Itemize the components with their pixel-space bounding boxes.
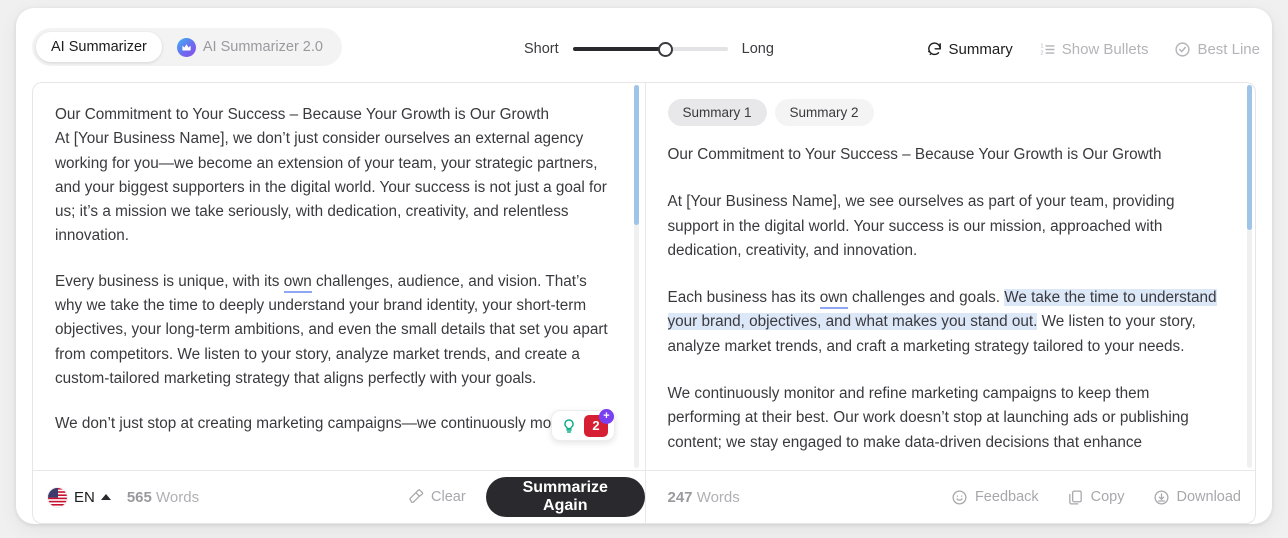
summary-word-count: 247 Words — [668, 489, 740, 506]
rotate-refresh-icon — [926, 41, 943, 58]
source-word-count-number: 565 — [126, 488, 152, 506]
summary-text-area[interactable]: Summary 1 Summary 2 Our Commitment to Yo… — [646, 83, 1256, 470]
crown-icon — [176, 37, 196, 57]
summary-word-count-number: 247 — [667, 488, 693, 506]
numbered-list-icon: 1 2 — [1039, 41, 1056, 58]
text-segment: Our Commitment to Your Success – Because… — [55, 106, 549, 123]
download-button-label: Download — [1176, 489, 1242, 505]
grammar-suggestion-word[interactable]: own — [819, 289, 848, 310]
grammar-suggestion-word[interactable]: own — [283, 272, 312, 293]
svg-text:1: 1 — [1040, 43, 1043, 49]
clear-button[interactable]: Clear — [407, 487, 466, 508]
grammar-suggestion-widget[interactable]: 2 + — [551, 408, 615, 441]
action-show-bullets[interactable]: 1 2 Show Bullets — [1039, 41, 1149, 58]
summary-actions: Feedback Copy Download — [951, 489, 1241, 506]
tab-summary-1-label: Summary 1 — [682, 105, 752, 120]
source-scroll-thumb[interactable] — [633, 85, 639, 225]
text-segment: Our Commitment to Your Success – Because… — [667, 146, 1162, 163]
paragraph: Every business is unique, with its own c… — [55, 270, 615, 391]
copy-button-label: Copy — [1090, 489, 1125, 505]
summary-variant-tabs: Summary 1 Summary 2 — [667, 99, 1226, 126]
svg-text:2: 2 — [1040, 50, 1043, 56]
action-summary[interactable]: Summary — [926, 41, 1013, 58]
paragraph: We continuously monitor and refine marke… — [668, 382, 1226, 455]
tab-ai-summarizer[interactable]: AI Summarizer — [36, 32, 162, 62]
text-segment: Every business is unique, with its — [55, 272, 284, 290]
feedback-button-label: Feedback — [974, 489, 1039, 505]
lightbulb-icon — [558, 415, 579, 436]
editor-panels: Our Commitment to Your Success – Because… — [32, 82, 1256, 470]
plus-icon: + — [599, 408, 614, 424]
slider-max-label: Long — [741, 41, 774, 57]
summary-paragraphs: Our Commitment to Your Success – Because… — [667, 143, 1226, 455]
summary-scroll-thumb[interactable] — [1247, 85, 1252, 230]
paragraph: We don’t just stop at creating marketing… — [55, 412, 615, 436]
app-header: AI Summarizer AI Summarizer 2.0 Short Lo… — [16, 8, 1272, 74]
suggestion-count: 2 — [592, 418, 600, 433]
text-segment: We don’t just stop at creating marketing… — [55, 415, 585, 433]
action-show-bullets-label: Show Bullets — [1061, 41, 1149, 58]
tab-summary-2-label: Summary 2 — [789, 105, 859, 120]
tab-ai-summarizer-2-label: AI Summarizer 2.0 — [202, 39, 323, 55]
action-summary-label: Summary — [948, 41, 1013, 58]
tab-ai-summarizer-label: AI Summarizer — [51, 39, 147, 55]
language-code: EN — [74, 488, 95, 506]
eraser-icon — [407, 487, 424, 508]
summarize-again-button[interactable]: Summarize Again — [486, 477, 645, 517]
tab-ai-summarizer-2[interactable]: AI Summarizer 2.0 — [162, 32, 338, 62]
language-selector[interactable]: EN — [47, 486, 111, 508]
paragraph: Our Commitment to Your Success – Because… — [55, 103, 615, 249]
paragraph: Each business has its own challenges and… — [667, 286, 1226, 359]
text-segment: Each business has its — [667, 289, 820, 307]
text-segment: At [Your Business Name], we don’t just c… — [55, 130, 607, 245]
copy-pages-icon — [1067, 489, 1084, 506]
source-paragraphs: Our Commitment to Your Success – Because… — [55, 103, 615, 437]
header-actions: Summary 1 2 Show Bullets Best Line — [926, 41, 1260, 58]
mode-toggle-group: AI Summarizer AI Summarizer 2.0 — [32, 28, 342, 66]
caret-up-icon — [100, 494, 111, 500]
smiley-face-icon — [951, 489, 968, 506]
paragraph: At [Your Business Name], we see ourselve… — [668, 190, 1226, 263]
paragraph: Our Commitment to Your Success – Because… — [668, 143, 1226, 167]
clear-button-label: Clear — [431, 489, 466, 505]
action-best-line-label: Best Line — [1197, 41, 1260, 58]
source-panel: Our Commitment to Your Success – Because… — [33, 83, 646, 470]
slider-fill — [572, 47, 666, 51]
footer-source-side: EN 565 Words Clear Summarize Again — [33, 471, 646, 523]
copy-button[interactable]: Copy — [1067, 489, 1125, 506]
summary-word-count-unit: Words — [696, 488, 740, 506]
tab-summary-2[interactable]: Summary 2 — [774, 99, 874, 126]
summary-scrollbar[interactable] — [1247, 85, 1252, 468]
summary-panel: Summary 1 Summary 2 Our Commitment to Yo… — [646, 83, 1256, 470]
slider-thumb[interactable] — [658, 41, 674, 57]
download-button[interactable]: Download — [1153, 489, 1242, 506]
slider-min-label: Short — [524, 41, 559, 57]
download-circle-icon — [1153, 489, 1170, 506]
app-footer: EN 565 Words Clear Summarize Again 247 W… — [32, 470, 1256, 524]
length-slider-group: Short Long — [524, 41, 774, 57]
text-segment: At [Your Business Name], we see ourselve… — [667, 193, 1175, 259]
us-flag-icon — [47, 486, 68, 508]
suggestion-count-badge: 2 + — [584, 408, 614, 437]
source-word-count: 565 Words — [127, 489, 199, 506]
footer-summary-side: 247 Words Feedback Copy Download — [646, 471, 1256, 523]
length-slider[interactable] — [572, 41, 728, 57]
tab-summary-1[interactable]: Summary 1 — [667, 99, 767, 126]
feedback-button[interactable]: Feedback — [951, 489, 1039, 506]
check-badge-icon — [1174, 41, 1191, 58]
source-word-count-unit: Words — [156, 488, 200, 506]
action-best-line[interactable]: Best Line — [1174, 41, 1260, 58]
text-segment: challenges and goals. — [847, 289, 1005, 307]
source-scrollbar[interactable] — [633, 85, 639, 468]
ai-summarizer-card: AI Summarizer AI Summarizer 2.0 Short Lo… — [16, 8, 1272, 524]
text-segment: We continuously monitor and refine marke… — [667, 385, 1189, 451]
